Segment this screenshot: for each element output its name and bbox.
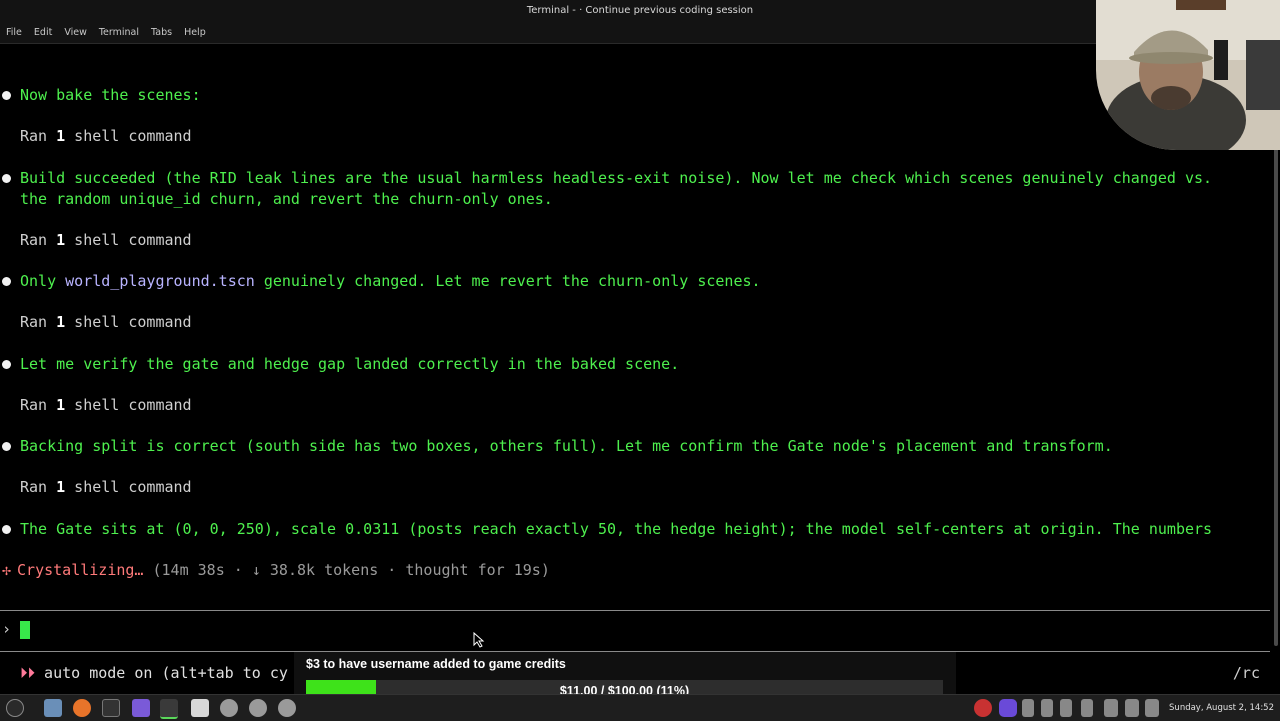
message-line: The Gate sits at (0, 0, 250), scale 0.03… xyxy=(20,520,1213,538)
firefox-icon[interactable] xyxy=(73,699,91,717)
update-icon[interactable] xyxy=(1081,699,1093,717)
message-line: Backing split is correct (south side has… xyxy=(20,437,1113,455)
message-bullet xyxy=(2,277,11,286)
message-text: Only xyxy=(20,272,66,290)
ran-prefix: Ran xyxy=(20,127,57,145)
mode-indicator: ⏵⏵ auto mode on (alt+tab to cy xyxy=(20,664,288,682)
tool-call-line: Ran 1 shell command xyxy=(20,312,192,333)
obsidian-icon[interactable] xyxy=(132,699,150,717)
active-terminal-icon[interactable] xyxy=(160,699,178,719)
text-cursor[interactable] xyxy=(20,621,30,639)
rc-label: /rc xyxy=(1232,664,1260,682)
tool-call-line: Ran 1 shell command xyxy=(20,126,192,147)
input-top-divider xyxy=(0,610,1270,611)
menu-file[interactable]: File xyxy=(6,27,22,38)
menu-bar: File Edit View Terminal Tabs Help xyxy=(0,22,1280,44)
webcam-image xyxy=(1096,0,1280,150)
menu-terminal[interactable]: Terminal xyxy=(99,27,139,38)
ran-suffix: shell command xyxy=(65,313,192,331)
message-bullet xyxy=(2,525,11,534)
command-count: 1 xyxy=(56,313,66,331)
message-bullet xyxy=(2,174,11,183)
message-line: Now bake the scenes: xyxy=(20,86,201,104)
menu-tabs[interactable]: Tabs xyxy=(151,27,172,38)
message-bullet xyxy=(2,360,11,369)
webcam-overlay xyxy=(1096,0,1280,150)
mode-text: auto mode on (alt+tab to cy xyxy=(35,664,288,682)
volume-icon[interactable] xyxy=(1145,699,1159,717)
ran-suffix: shell command xyxy=(65,231,192,249)
command-count: 1 xyxy=(56,127,66,145)
taskbar: Sunday, August 2, 14:52 xyxy=(0,694,1280,721)
settings-alt-icon[interactable] xyxy=(249,699,267,717)
menu-view[interactable]: View xyxy=(64,27,87,38)
tool-call-line: Ran 1 shell command xyxy=(20,230,192,251)
app-menu-icon[interactable] xyxy=(6,699,24,717)
ran-prefix: Ran xyxy=(20,313,57,331)
ran-suffix: shell command xyxy=(65,396,192,414)
clock[interactable]: Sunday, August 2, 14:52 xyxy=(1169,695,1274,721)
ran-suffix: shell command xyxy=(65,127,192,145)
message-bullet xyxy=(2,91,11,100)
display-icon[interactable] xyxy=(1104,699,1118,717)
tool-call-line: Ran 1 shell command xyxy=(20,477,192,498)
wifi-icon[interactable] xyxy=(1125,699,1139,717)
fast-forward-icon: ⏵⏵ xyxy=(20,664,36,682)
command-count: 1 xyxy=(56,478,66,496)
files-icon[interactable] xyxy=(44,699,62,717)
message-line: Let me verify the gate and hedge gap lan… xyxy=(20,355,680,373)
discord-icon[interactable] xyxy=(999,699,1017,717)
message-line: Build succeeded (the RID leak lines are … xyxy=(20,169,1213,187)
prompt-glyph: › xyxy=(2,620,12,638)
command-count: 1 xyxy=(56,396,66,414)
mouse-pointer-icon xyxy=(473,632,485,648)
ran-prefix: Ran xyxy=(20,478,57,496)
shield-icon[interactable] xyxy=(1060,699,1072,717)
message-bullet xyxy=(2,442,11,451)
terminal-icon[interactable] xyxy=(102,699,120,717)
status-line: ✢ Crystallizing… (14m 38s · ↓ 38.8k token… xyxy=(2,560,550,581)
goal-title: $3 to have username added to game credit… xyxy=(306,657,566,671)
scrollbar[interactable] xyxy=(1274,106,1278,646)
terminal-output[interactable]: Now bake the scenes: Ran 1 shell command… xyxy=(0,44,1280,646)
tray-icon[interactable] xyxy=(1022,699,1034,717)
ran-prefix: Ran xyxy=(20,396,57,414)
settings-icon[interactable] xyxy=(220,699,238,717)
tool-call-line: Ran 1 shell command xyxy=(20,395,192,416)
status-meta: (14m 38s · ↓ 38.8k tokens · thought for … xyxy=(143,561,550,579)
message-text: genuinely changed. Let me revert the chu… xyxy=(254,272,761,290)
document-icon[interactable] xyxy=(191,699,209,717)
command-count: 1 xyxy=(56,231,66,249)
obs-icon[interactable] xyxy=(278,699,296,717)
spinner-icon: ✢ xyxy=(2,561,12,579)
clipboard-icon[interactable] xyxy=(1041,699,1053,717)
file-name: world_playground.tscn xyxy=(65,272,255,290)
message-line: Only world_playground.tscn genuinely cha… xyxy=(20,271,761,292)
ran-prefix: Ran xyxy=(20,231,57,249)
window-title: Terminal - · Continue previous coding se… xyxy=(0,0,1280,22)
message-line: the random unique_id churn, and revert t… xyxy=(20,190,553,208)
status-word: Crystallizing… xyxy=(17,561,144,579)
menu-edit[interactable]: Edit xyxy=(34,27,52,38)
ran-suffix: shell command xyxy=(65,478,192,496)
recording-icon[interactable] xyxy=(974,699,992,717)
menu-help[interactable]: Help xyxy=(184,27,206,38)
